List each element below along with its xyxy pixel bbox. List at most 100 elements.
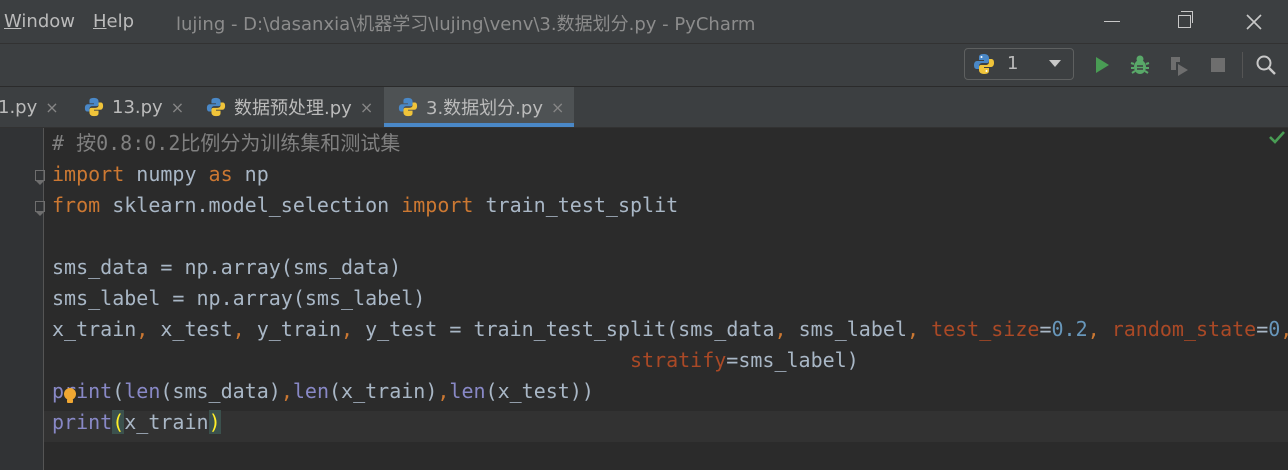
- code-token: x_train: [52, 317, 137, 341]
- code-token: print: [52, 410, 113, 434]
- code-token: ,: [1087, 317, 1100, 341]
- code-token: =: [1256, 317, 1269, 341]
- run-button[interactable]: [1089, 52, 1115, 78]
- debug-icon: [1130, 55, 1150, 74]
- run-configuration-label: 1: [1007, 53, 1019, 74]
- code-token: np: [232, 162, 269, 186]
- fold-marker-icon[interactable]: [35, 170, 45, 185]
- code-token: len: [292, 379, 329, 403]
- tab-data-preprocessing-py[interactable]: 数据预处理.py ×: [206, 87, 373, 127]
- code-token: =sms_label): [726, 348, 859, 372]
- code-token: # 按0.8:0.2比例分为训练集和测试集: [52, 131, 401, 155]
- restore-button[interactable]: [1152, 0, 1216, 43]
- minimize-icon: [1104, 20, 1120, 23]
- tab-label: 数据预处理.py: [234, 98, 352, 119]
- menu-help-rest: elp: [106, 11, 135, 32]
- code-line[interactable]: stratify=sms_label): [52, 345, 859, 376]
- code-token: y_test = train_test_split(sms_data: [353, 317, 775, 341]
- python-icon: [974, 54, 994, 74]
- code-token: numpy: [124, 162, 209, 186]
- code-editor[interactable]: # 按0.8:0.2比例分为训练集和测试集 import numpy as np f…: [0, 128, 1288, 470]
- code-token: ,: [906, 317, 920, 341]
- close-tab-icon[interactable]: ×: [171, 98, 184, 117]
- search-icon: [1256, 55, 1276, 75]
- code-line[interactable]: sms_label = np.array(sms_label): [52, 283, 425, 314]
- close-icon: [1246, 13, 1262, 30]
- code-token: (x_train): [328, 379, 438, 403]
- code-token: sms_data = np.array(sms_data): [52, 255, 402, 279]
- code-token: sms_label: [786, 317, 907, 341]
- run-with-coverage-button[interactable]: [1166, 52, 1192, 78]
- close-tab-icon[interactable]: ×: [551, 98, 564, 117]
- code-token: x_train: [124, 410, 209, 434]
- coverage-icon: [1171, 57, 1188, 76]
- menu-window-rest: indow: [21, 11, 75, 32]
- code-token: ,: [280, 379, 293, 403]
- code-token: from: [52, 193, 101, 217]
- editor-tab-bar: 1.py × 13.py × 数据预处理.py × 3.数据划分.py ×: [0, 87, 1288, 128]
- menu-window[interactable]: Window: [4, 11, 75, 32]
- code-line[interactable]: print(x_train): [52, 407, 221, 438]
- code-token: len: [124, 379, 161, 403]
- code-token: ): [208, 410, 221, 434]
- minimize-button[interactable]: [1080, 0, 1144, 43]
- code-token: ,: [1280, 317, 1288, 341]
- code-line[interactable]: x_train, x_test, y_train, y_test = train…: [52, 314, 1288, 345]
- code-token: ,: [341, 317, 354, 341]
- code-token: stratify: [629, 348, 727, 372]
- toolbar-separator: [1242, 52, 1243, 78]
- code-token: (sms_data): [160, 379, 281, 403]
- tab-label: 13.py: [112, 96, 163, 118]
- tab-label: 1.py: [0, 96, 38, 118]
- code-token: len: [449, 379, 486, 403]
- code-line[interactable]: sms_data = np.array(sms_data): [52, 252, 401, 283]
- debug-button[interactable]: [1127, 52, 1153, 78]
- code-line[interactable]: # 按0.8:0.2比例分为训练集和测试集: [52, 128, 400, 159]
- lightbulb-icon[interactable]: [62, 387, 78, 404]
- close-tab-icon[interactable]: ×: [360, 98, 373, 117]
- code-token: import: [401, 193, 474, 217]
- code-token: (x_test)): [485, 379, 594, 403]
- menu-help[interactable]: Help: [93, 11, 134, 32]
- code-token: (: [112, 379, 125, 403]
- run-configuration-select[interactable]: 1: [964, 48, 1074, 80]
- code-line[interactable]: print(len(sms_data),len(x_train),len(x_t…: [52, 376, 594, 407]
- close-tab-icon[interactable]: ×: [45, 98, 58, 117]
- code-token: ,: [232, 317, 245, 341]
- title-bar: Window Help lujing - D:\dasanxia\机器学习\lu…: [0, 0, 1288, 44]
- code-token: ,: [774, 317, 787, 341]
- code-token: 0: [1268, 317, 1281, 341]
- tab-data-split-py[interactable]: 3.数据划分.py ×: [384, 87, 574, 127]
- run-icon: [1096, 57, 1109, 73]
- code-token: ,: [437, 379, 450, 403]
- code-token: (: [112, 410, 125, 434]
- code-line[interactable]: from sklearn.model_selection import trai…: [52, 190, 678, 221]
- editor-gutter: [0, 128, 45, 470]
- python-file-icon: [206, 97, 226, 117]
- code-token: 0.2: [1051, 317, 1088, 341]
- stop-icon: [1211, 58, 1225, 72]
- code-token: sms_label = np.array(sms_label): [52, 286, 426, 310]
- stop-button[interactable]: [1205, 52, 1231, 78]
- tab-label: 3.数据划分.py: [426, 98, 543, 119]
- code-token: test_size: [931, 317, 1040, 341]
- close-window-button[interactable]: [1222, 0, 1286, 43]
- code-token: random_state: [1111, 317, 1257, 341]
- code-token: x_test: [148, 317, 233, 341]
- code-token: sklearn.model_selection: [100, 193, 402, 217]
- search-everywhere-button[interactable]: [1253, 52, 1279, 78]
- fold-marker-icon[interactable]: [35, 201, 45, 216]
- window-title: lujing - D:\dasanxia\机器学习\lujing\venv\3.…: [176, 14, 756, 35]
- tab-1-py[interactable]: 1.py ×: [0, 87, 59, 127]
- current-line-highlight: [44, 411, 1288, 442]
- code-token: import: [52, 162, 125, 186]
- menu-help-mnemonic: H: [93, 11, 107, 32]
- tab-13-py[interactable]: 13.py ×: [84, 87, 184, 127]
- active-tab-indicator: [384, 123, 574, 127]
- menu-window-mnemonic: W: [4, 11, 22, 32]
- inspection-ok-check-icon[interactable]: [1268, 130, 1286, 144]
- code-line[interactable]: import numpy as np: [52, 159, 269, 190]
- code-token: ,: [136, 317, 149, 341]
